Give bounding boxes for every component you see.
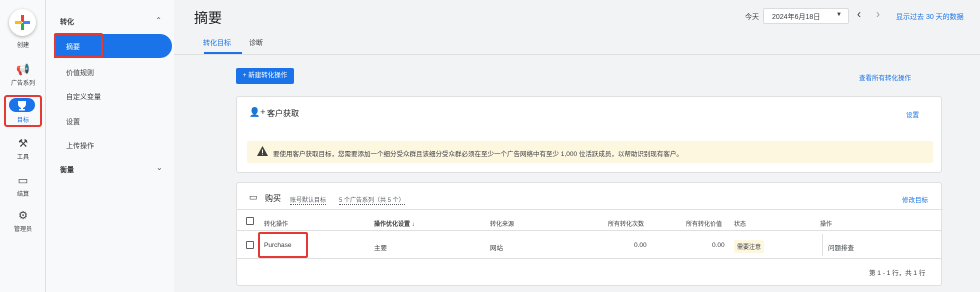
- sidebar-item-custom-variables[interactable]: 自定义变量: [66, 92, 101, 102]
- rail-admin-label: 管理员: [13, 227, 32, 233]
- next-period-icon[interactable]: ›: [876, 7, 880, 21]
- sidebar-item-settings[interactable]: 设置: [66, 117, 80, 127]
- col-header-conversions[interactable]: 所有转化次数: [608, 219, 644, 228]
- card-icon: ▭: [17, 175, 29, 187]
- sidebar-item-value-rules[interactable]: 价值规则: [66, 68, 94, 78]
- select-all-checkbox[interactable]: [246, 217, 254, 225]
- header-divider: [237, 209, 943, 210]
- col-header-status[interactable]: 状态: [734, 219, 746, 228]
- purchase-action-link[interactable]: Purchase: [264, 242, 291, 249]
- dropdown-arrow-icon: ▼: [836, 12, 842, 18]
- card-icon: ▭: [249, 192, 258, 202]
- tab-diagnostics[interactable]: 诊断: [249, 38, 263, 48]
- sidebar-item-summary[interactable]: 摘要: [66, 42, 80, 52]
- optimization-value: 主要: [374, 245, 387, 252]
- date-range-text[interactable]: 显示过去 30 天的数据: [896, 12, 964, 22]
- account-default-label: 账号默认目标: [290, 195, 327, 205]
- col-header-value[interactable]: 所有转化价值: [686, 219, 722, 228]
- source-value: 网站: [490, 245, 503, 252]
- col-header-action[interactable]: 转化操作: [264, 219, 288, 228]
- col-header-optimization[interactable]: 操作优化设置 ↓: [374, 219, 415, 228]
- rail-campaigns-label: 广告系列: [10, 81, 35, 87]
- view-all-conversions-link[interactable]: 查看所有转化操作: [859, 72, 911, 82]
- table-header-divider: [236, 230, 942, 231]
- today-label: 今天: [745, 14, 759, 21]
- warning-text: 要使用客户获取目标，您需要添加一个细分受众群且该细分受众群必须在至少一个广告网络…: [273, 151, 683, 158]
- op-divider: [822, 234, 823, 256]
- trophy-icon: [18, 101, 26, 111]
- chevron-down-icon[interactable]: ⌄: [156, 163, 163, 172]
- date-picker[interactable]: 2024年6月18日 ▼: [763, 8, 849, 24]
- tab-divider: [174, 54, 980, 55]
- tab-conversion-goals[interactable]: 转化目标: [203, 38, 231, 48]
- sidebar-item-uploads[interactable]: 上传操作: [66, 141, 94, 151]
- row-checkbox[interactable]: [246, 241, 254, 249]
- page-title: 摘要: [194, 10, 222, 26]
- troubleshoot-link[interactable]: 问题排查: [828, 242, 854, 252]
- plus-icon: [15, 15, 30, 30]
- col-header-source[interactable]: 转化来源: [490, 219, 514, 228]
- rail-item-tools[interactable]: ⚒ 工具: [0, 138, 46, 161]
- conversion-value-value: 0.00: [712, 242, 725, 249]
- megaphone-icon: 📢: [16, 64, 30, 76]
- rail-item-admin[interactable]: ⚙ 管理员: [0, 210, 46, 233]
- new-conversion-button[interactable]: + 新建转化操作: [236, 68, 294, 84]
- conversions-value: 0.00: [634, 242, 647, 249]
- tools-icon: ⚒: [18, 138, 28, 150]
- warning-banner: 要使用客户获取目标，您需要添加一个细分受众群且该细分受众群必须在至少一个广告网络…: [247, 141, 933, 163]
- acquisition-card: 👤+ 客户获取 设置 要使用客户获取目标，您需要添加一个细分受众群且该细分受众群…: [236, 96, 942, 173]
- edit-goal-link[interactable]: 修改目标: [902, 194, 928, 204]
- nav-rail: 创建 📢 广告系列 目标 ⚒ 工具 ▭ 结算 ⚙ 管理员: [0, 0, 46, 292]
- rail-billing-label: 结算: [16, 192, 29, 198]
- sidebar-section-measurement[interactable]: 衡量: [60, 165, 74, 175]
- col-header-operation[interactable]: 操作: [820, 219, 832, 228]
- sidebar-section-conversions[interactable]: 转化: [60, 17, 74, 27]
- acquisition-settings-link[interactable]: 设置: [906, 109, 919, 119]
- campaigns-link[interactable]: 5 个广告系列（共 5 个）: [339, 195, 405, 205]
- date-value: 2024年6月18日: [772, 14, 821, 21]
- purchase-card: ▭ 购买 账号默认目标 5 个广告系列（共 5 个） 修改目标: [236, 182, 943, 286]
- acquisition-title: 客户获取: [267, 109, 299, 118]
- rail-item-billing[interactable]: ▭ 结算: [0, 175, 46, 198]
- create-button[interactable]: [9, 9, 36, 36]
- rail-goals-label: 目标: [16, 118, 29, 124]
- rail-create-label: 创建: [16, 43, 29, 49]
- rail-item-campaigns[interactable]: 📢 广告系列: [0, 64, 46, 87]
- chevron-up-icon[interactable]: ⌃: [155, 16, 162, 25]
- person-add-icon: 👤+: [249, 107, 266, 117]
- gear-icon: ⚙: [18, 210, 28, 222]
- rail-tools-label: 工具: [16, 155, 29, 161]
- status-badge: 需要注意: [734, 240, 765, 253]
- pagination-text: 第 1 - 1 行，共 1 行: [869, 270, 926, 277]
- row-divider: [236, 258, 942, 259]
- rail-item-goals[interactable]: [9, 98, 35, 112]
- main-content: 摘要 今天 2024年6月18日 ▼ ‹ › 显示过去 30 天的数据 转化目标…: [174, 0, 980, 292]
- prev-period-icon[interactable]: ‹: [857, 7, 861, 21]
- purchase-title: 购买: [265, 194, 281, 203]
- warning-icon: [257, 146, 268, 156]
